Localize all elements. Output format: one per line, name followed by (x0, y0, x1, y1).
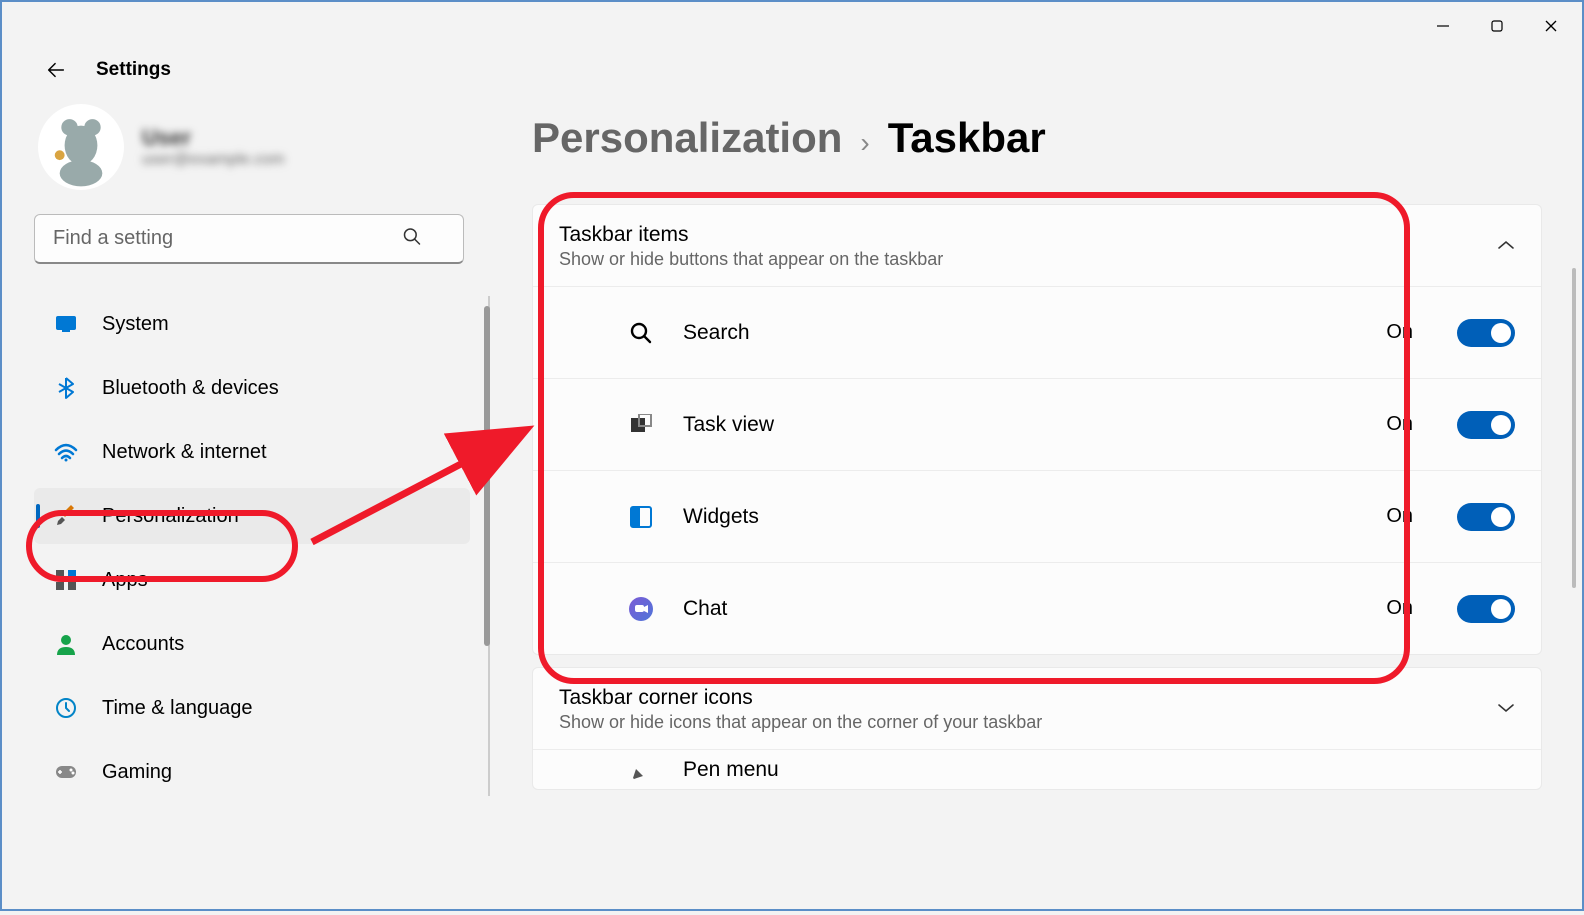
sidebar-item-label: Bluetooth & devices (102, 377, 279, 400)
bluetooth-icon (54, 376, 78, 400)
maximize-button[interactable] (1474, 10, 1520, 42)
panel-subtitle: Show or hide icons that appear on the co… (559, 712, 1042, 733)
clock-icon (54, 696, 78, 720)
person-icon (54, 632, 78, 656)
back-button[interactable] (36, 50, 76, 90)
sidebar-item-label: System (102, 313, 169, 336)
user-email: user@example.com (142, 151, 285, 169)
paintbrush-icon (54, 504, 78, 528)
toggle-state: On (1386, 321, 1413, 344)
avatar (38, 104, 124, 190)
breadcrumb-parent[interactable]: Personalization (532, 114, 842, 162)
taskbar-item-search: Search On (533, 286, 1541, 378)
sidebar-item-apps[interactable]: Apps (34, 552, 470, 608)
app-title: Settings (96, 59, 171, 81)
taskbar-corner-panel: Taskbar corner icons Show or hide icons … (532, 667, 1542, 790)
panel-header-taskbar-items[interactable]: Taskbar items Show or hide buttons that … (533, 205, 1541, 286)
sidebar-item-label: Apps (102, 569, 148, 592)
system-icon (54, 312, 78, 336)
taskbar-item-chat: Chat On (533, 562, 1541, 654)
search-icon (627, 319, 655, 347)
row-label: Widgets (683, 505, 1358, 529)
sidebar-item-label: Time & language (102, 697, 252, 720)
chevron-down-icon (1497, 701, 1515, 719)
search-input[interactable] (34, 214, 464, 264)
taskbar-item-taskview: Task view On (533, 378, 1541, 470)
close-button[interactable] (1528, 10, 1574, 42)
toggle-state: On (1386, 597, 1413, 620)
row-label: Chat (683, 597, 1358, 621)
gamepad-icon (54, 760, 78, 784)
toggle-state: On (1386, 505, 1413, 528)
header: Settings (2, 50, 1582, 98)
sidebar: User user@example.com System Bluetooth (2, 98, 502, 915)
taskbar-item-widgets: Widgets On (533, 470, 1541, 562)
chevron-up-icon (1497, 238, 1515, 256)
panel-title: Taskbar corner icons (559, 686, 1042, 710)
row-label: Search (683, 321, 1358, 345)
chevron-right-icon: › (860, 127, 869, 159)
apps-icon (54, 568, 78, 592)
sidebar-item-label: Personalization (102, 505, 239, 528)
window-controls (2, 2, 1582, 50)
row-label: Task view (683, 413, 1358, 437)
widgets-icon (627, 503, 655, 531)
toggle-search[interactable] (1457, 319, 1515, 347)
sidebar-item-label: Accounts (102, 633, 184, 656)
scrollbar[interactable] (1572, 268, 1576, 588)
sidebar-nav: System Bluetooth & devices Network & int… (34, 296, 490, 796)
taskbar-corner-row-preview: Pen menu (533, 749, 1541, 789)
toggle-state: On (1386, 413, 1413, 436)
toggle-taskview[interactable] (1457, 411, 1515, 439)
breadcrumb: Personalization › Taskbar (532, 114, 1542, 162)
sidebar-item-gaming[interactable]: Gaming (34, 744, 470, 800)
toggle-widgets[interactable] (1457, 503, 1515, 531)
pen-icon (627, 756, 655, 784)
search-box (34, 214, 470, 264)
minimize-button[interactable] (1420, 10, 1466, 42)
sidebar-item-system[interactable]: System (34, 296, 470, 352)
panel-header-corner-icons[interactable]: Taskbar corner icons Show or hide icons … (533, 668, 1541, 749)
taskbar-items-panel: Taskbar items Show or hide buttons that … (532, 204, 1542, 655)
sidebar-item-network[interactable]: Network & internet (34, 424, 470, 480)
search-icon (402, 227, 422, 252)
row-label: Pen menu (683, 758, 1515, 782)
panel-title: Taskbar items (559, 223, 943, 247)
user-name: User (142, 125, 285, 151)
breadcrumb-current: Taskbar (888, 114, 1046, 162)
sidebar-item-label: Network & internet (102, 441, 267, 464)
main-content: Personalization › Taskbar Taskbar items … (502, 98, 1582, 915)
sidebar-item-bluetooth[interactable]: Bluetooth & devices (34, 360, 470, 416)
sidebar-item-personalization[interactable]: Personalization (34, 488, 470, 544)
chat-icon (627, 595, 655, 623)
wifi-icon (54, 440, 78, 464)
panel-subtitle: Show or hide buttons that appear on the … (559, 249, 943, 270)
sidebar-item-label: Gaming (102, 761, 172, 784)
sidebar-item-accounts[interactable]: Accounts (34, 616, 470, 672)
toggle-chat[interactable] (1457, 595, 1515, 623)
taskview-icon (627, 411, 655, 439)
sidebar-item-time[interactable]: Time & language (34, 680, 470, 736)
user-card[interactable]: User user@example.com (34, 98, 470, 214)
